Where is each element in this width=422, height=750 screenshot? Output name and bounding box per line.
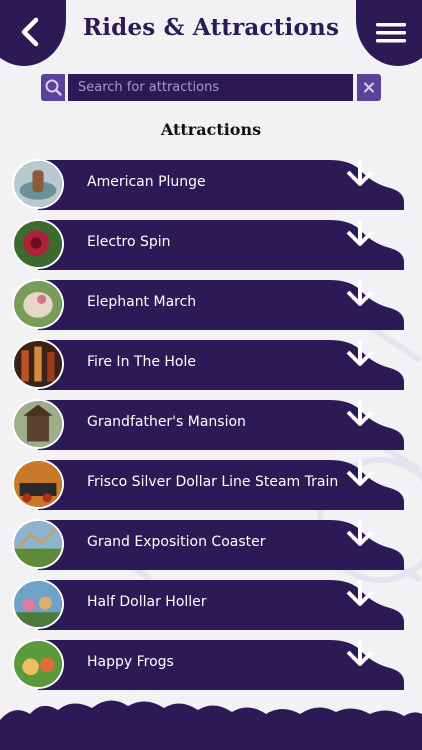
list-item[interactable]: Frisco Silver Dollar Line Steam Train <box>12 458 404 510</box>
list-item[interactable]: Fire In The Hole <box>12 338 404 390</box>
hamburger-menu-icon[interactable] <box>374 20 408 46</box>
list-item[interactable]: Half Dollar Holler <box>12 578 404 630</box>
map-pin-icon[interactable] <box>338 278 376 312</box>
list-item[interactable]: American Plunge <box>12 158 404 210</box>
attraction-name: Fire In The Hole <box>87 354 196 370</box>
list-item[interactable]: Grand Exposition Coaster <box>12 518 404 570</box>
attraction-name: Half Dollar Holler <box>87 594 207 610</box>
search-icon <box>45 79 62 96</box>
attraction-thumbnail <box>12 519 64 569</box>
map-pin-icon[interactable] <box>338 638 376 672</box>
attraction-name: Electro Spin <box>87 234 171 250</box>
page-title: Rides & Attractions <box>82 14 340 41</box>
map-pin-icon[interactable] <box>338 398 376 432</box>
footer-silhouette <box>0 700 422 750</box>
search-button[interactable] <box>41 74 65 101</box>
section-title: Attractions <box>160 120 262 139</box>
attraction-thumbnail <box>12 459 64 509</box>
attraction-thumbnail <box>12 279 64 329</box>
list-item[interactable]: Happy Frogs <box>12 638 404 690</box>
attraction-thumbnail <box>12 159 64 209</box>
list-item[interactable]: Elephant March <box>12 278 404 330</box>
attraction-name: Grand Exposition Coaster <box>87 534 266 550</box>
map-pin-icon[interactable] <box>338 578 376 612</box>
close-icon <box>364 82 374 93</box>
list-item[interactable]: Electro Spin <box>12 218 404 270</box>
attraction-thumbnail <box>12 579 64 629</box>
attraction-name: American Plunge <box>87 174 206 190</box>
list-item[interactable]: Grandfather's Mansion <box>12 398 404 450</box>
map-pin-icon[interactable] <box>338 218 376 252</box>
search-input[interactable] <box>68 74 353 101</box>
map-pin-icon[interactable] <box>338 158 376 192</box>
attraction-name: Grandfather's Mansion <box>87 414 246 430</box>
attraction-name: Frisco Silver Dollar Line Steam Train <box>87 474 339 490</box>
attraction-name: Happy Frogs <box>87 654 174 670</box>
attraction-thumbnail <box>12 219 64 269</box>
attraction-thumbnail <box>12 339 64 389</box>
map-pin-icon[interactable] <box>338 338 376 372</box>
attraction-thumbnail <box>12 639 64 689</box>
map-pin-icon[interactable] <box>338 518 376 552</box>
map-pin-icon[interactable] <box>338 458 376 492</box>
clear-search-button[interactable] <box>357 74 381 101</box>
attraction-name: Elephant March <box>87 294 197 310</box>
app-header: Rides & Attractions <box>0 0 422 70</box>
attraction-thumbnail <box>12 399 64 449</box>
chevron-left-icon[interactable] <box>14 14 50 50</box>
